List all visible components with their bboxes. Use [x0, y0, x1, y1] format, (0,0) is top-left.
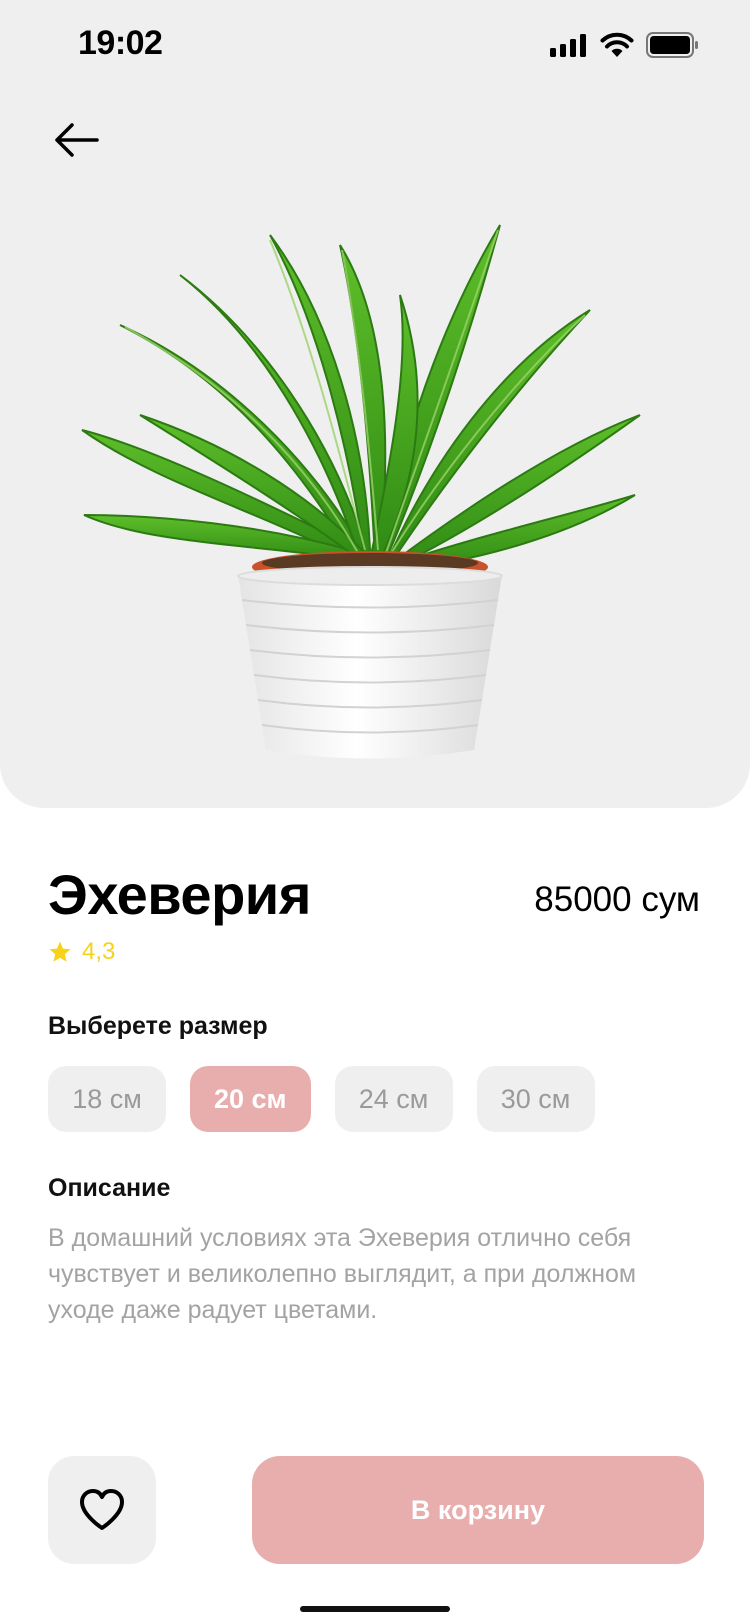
home-indicator	[300, 1606, 450, 1612]
product-title: Эхеверия	[48, 863, 311, 926]
product-rating: 4,3	[48, 938, 115, 966]
size-option-30[interactable]: 30 см	[476, 1066, 595, 1132]
wifi-icon	[600, 32, 634, 57]
size-options: 18 см 20 см 24 см 30 см	[48, 1066, 595, 1132]
product-hero: 19:02	[0, 0, 750, 808]
description-text: В домашний условиях эта Эхеверия отлично…	[48, 1224, 637, 1324]
size-option-20[interactable]: 20 см	[190, 1066, 311, 1132]
size-heading: Выберете размер	[48, 1012, 268, 1040]
heart-icon	[80, 1489, 124, 1530]
size-option-24[interactable]: 24 см	[334, 1066, 453, 1132]
rating-value: 4,3	[82, 938, 116, 965]
favorite-button[interactable]	[48, 1456, 156, 1564]
arrow-left-icon	[55, 123, 99, 157]
star-icon	[49, 941, 71, 962]
signal-icon	[550, 34, 586, 57]
description-heading: Описание	[48, 1174, 171, 1202]
battery-icon	[646, 32, 698, 58]
status-icons	[550, 32, 700, 58]
product-image	[81, 224, 641, 759]
add-to-cart-button[interactable]: В корзину	[252, 1456, 704, 1564]
back-button[interactable]	[48, 114, 104, 166]
product-price: 85000 сум	[534, 880, 700, 919]
status-time: 19:02	[78, 24, 163, 62]
size-option-18[interactable]: 18 см	[48, 1066, 166, 1132]
